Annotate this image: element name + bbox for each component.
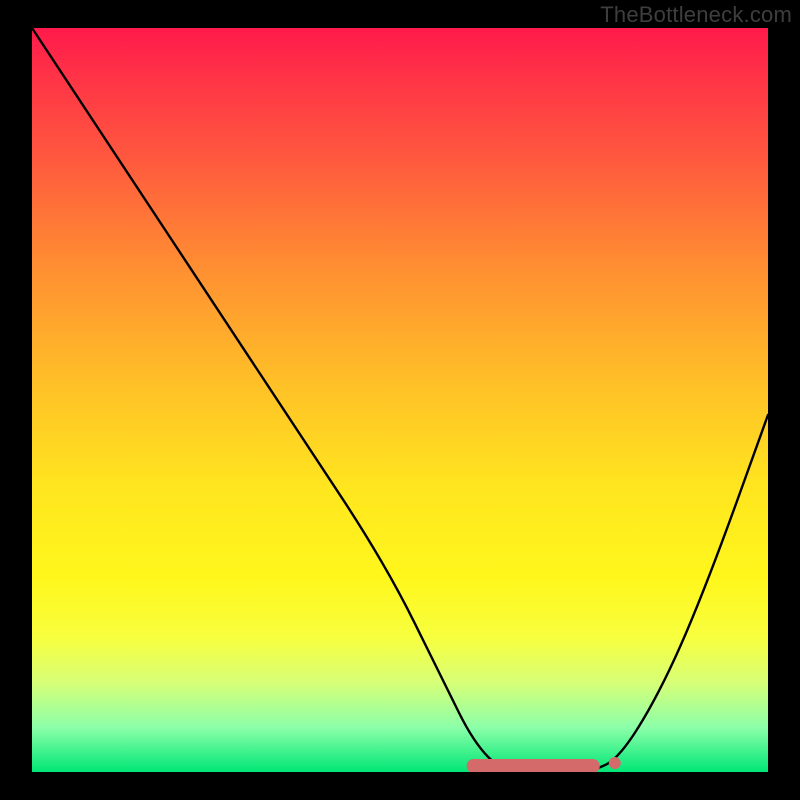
chart-frame: TheBottleneck.com bbox=[0, 0, 800, 800]
bottleneck-curve-svg bbox=[32, 28, 768, 772]
flat-region-markers bbox=[474, 757, 621, 769]
flat-region-end-dot bbox=[609, 757, 621, 769]
plot-area bbox=[32, 28, 768, 772]
bottleneck-curve-path bbox=[32, 28, 768, 772]
watermark-text: TheBottleneck.com bbox=[600, 2, 792, 28]
